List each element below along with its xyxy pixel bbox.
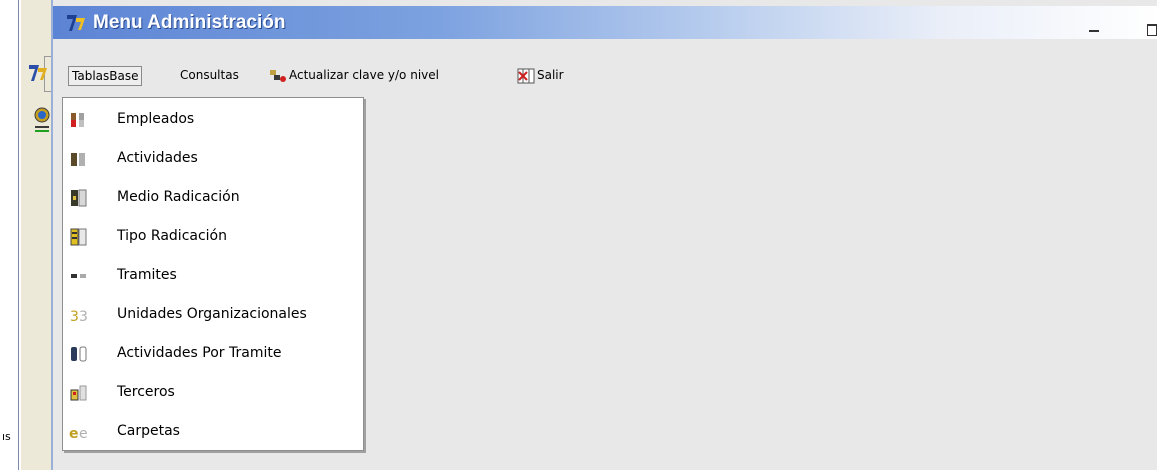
folders-icon: e e — [69, 426, 88, 441]
third-parties-icon — [70, 385, 87, 401]
svg-text:3: 3 — [70, 309, 79, 324]
window-border — [18, 0, 19, 470]
menu-item-label: Carpetas — [117, 423, 180, 439]
app-logo-icon — [67, 15, 85, 31]
menu-item-label: Unidades Organizacionales — [117, 306, 307, 322]
menu-tablasbase-label: TablasBase — [72, 69, 139, 83]
procedures-icon — [71, 274, 86, 278]
menu-item-label: Empleados — [117, 111, 195, 127]
tablasbase-dropdown-menu: Empleados Actividades Medio Radicación T… — [62, 97, 364, 451]
window-title: Menu Administración — [93, 12, 286, 33]
menu-item-label: Terceros — [117, 384, 175, 400]
menu-item-label: Tipo Radicación — [117, 228, 227, 244]
svg-text:e: e — [79, 426, 88, 441]
menu-item-tipo-radicacion[interactable]: Tipo Radicación — [63, 219, 363, 255]
activities-per-procedure-icon — [71, 346, 87, 362]
menu-bar: TablasBase Consultas Actualizar clave y/… — [53, 62, 1157, 88]
svg-text:e: e — [69, 426, 79, 441]
key-level-icon — [270, 69, 286, 82]
menu-salir[interactable]: Salir — [514, 66, 567, 86]
minimize-button[interactable] — [1089, 30, 1099, 32]
desktop-text-fragment: ıs — [2, 430, 11, 443]
activities-icon — [71, 153, 85, 166]
filing-medium-icon — [71, 189, 87, 207]
menu-item-actividades-por-tramite[interactable]: Actividades Por Tramite — [63, 336, 363, 372]
menu-item-tramites[interactable]: Tramites — [63, 258, 363, 294]
menu-actualizar-label: Actualizar clave y/o nivel — [289, 68, 439, 82]
menu-consultas[interactable]: Consultas — [177, 66, 242, 86]
filing-type-icon — [70, 228, 87, 246]
maximize-button[interactable] — [1147, 24, 1157, 36]
menu-actualizar-clave[interactable]: Actualizar clave y/o nivel — [266, 66, 442, 86]
desktop-left-strip — [0, 0, 18, 470]
exit-door-icon — [517, 68, 535, 83]
menu-item-unidades-organizacionales[interactable]: 3 3 Unidades Organizacionales — [63, 297, 363, 333]
menu-item-medio-radicacion[interactable]: Medio Radicación — [63, 180, 363, 216]
menu-item-label: Tramites — [117, 267, 177, 283]
menu-tablasbase[interactable]: TablasBase — [68, 66, 143, 86]
globe-user-icon — [34, 107, 50, 132]
title-bar[interactable]: Menu Administración — [53, 6, 1157, 39]
app-logo-icon — [29, 65, 47, 81]
org-units-icon: 3 3 — [70, 309, 88, 324]
menu-consultas-label: Consultas — [180, 68, 239, 82]
menu-item-label: Actividades — [117, 150, 198, 166]
menu-item-empleados[interactable]: Empleados — [63, 102, 363, 138]
menu-salir-label: Salir — [537, 68, 564, 82]
menu-item-carpetas[interactable]: e e Carpetas — [63, 414, 363, 450]
svg-text:3: 3 — [79, 309, 88, 324]
menu-item-terceros[interactable]: Terceros — [63, 375, 363, 411]
menu-item-label: Medio Radicación — [117, 189, 240, 205]
employees-icon — [71, 113, 84, 127]
menu-item-label: Actividades Por Tramite — [117, 345, 282, 361]
menu-item-actividades[interactable]: Actividades — [63, 141, 363, 177]
